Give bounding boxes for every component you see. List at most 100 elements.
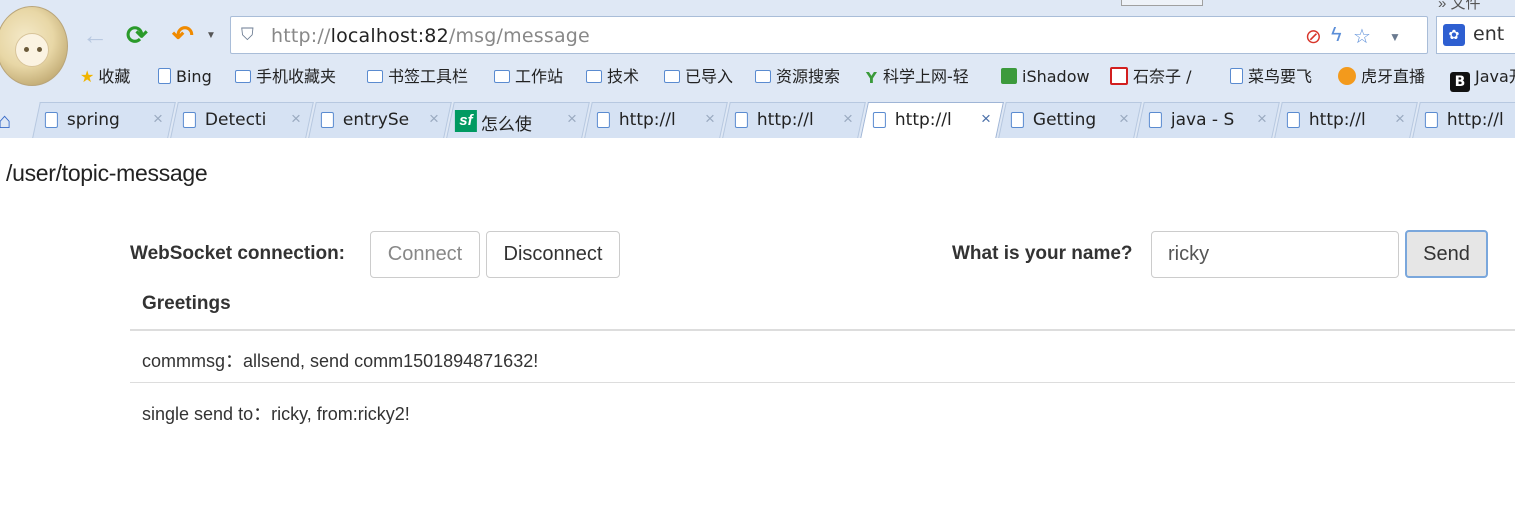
url-host: localhost:82 (330, 25, 449, 47)
close-icon[interactable]: × (153, 109, 163, 129)
bookmark-label: 手机收藏夹 (256, 67, 337, 86)
browser-tab[interactable]: entrySe × (308, 102, 452, 138)
bookmark-label: 已导入 (685, 67, 734, 86)
bookmark-item[interactable]: 虎牙直播 (1338, 66, 1425, 88)
page-icon (320, 112, 334, 128)
bookmark-item[interactable]: B Java开 (1450, 66, 1515, 92)
window-mini-control[interactable] (1121, 0, 1203, 6)
bookmark-item[interactable]: iShadow (1001, 66, 1090, 88)
page-icon (596, 112, 610, 128)
browser-tab[interactable]: http://l × (860, 102, 1004, 139)
table-row: commmsg：allsend, send comm1501894871632! (142, 351, 539, 371)
chevron-down-icon[interactable]: ▼ (1389, 30, 1401, 44)
bookmark-label: Java开 (1475, 67, 1515, 86)
folder-icon (664, 70, 680, 83)
send-button[interactable]: Send (1405, 230, 1488, 278)
tab-inner: spring × (37, 103, 171, 138)
connect-button[interactable]: Connect (370, 231, 480, 278)
tab-title: http://l (618, 110, 676, 130)
table-row-divider (130, 382, 1515, 383)
close-icon[interactable]: × (291, 109, 301, 129)
tab-inner: http://l × (1279, 103, 1413, 138)
tab-title: http://l (1308, 110, 1366, 130)
address-bar[interactable]: ⛉ http://localhost:82/msg/message ⊘ ϟ ☆ … (230, 16, 1428, 54)
close-icon[interactable]: × (1257, 109, 1267, 129)
tab-inner: java - S × (1141, 103, 1275, 138)
baidu-paw-icon: ✿ (1443, 24, 1465, 46)
bookmark-item[interactable]: ★ 收藏 (80, 66, 130, 88)
folder-icon (755, 70, 771, 83)
home-icon[interactable]: ⌂ (0, 108, 11, 134)
close-icon[interactable]: × (1395, 109, 1405, 129)
browser-tab[interactable]: sf 怎么使 × (446, 102, 590, 138)
bookmark-item[interactable]: 技术 (586, 66, 639, 88)
browser-tab[interactable]: http://l× (722, 102, 866, 138)
browser-chrome: » 文件 ← ⟳ ↶ ▼ ⛉ http://localhost:82/msg/m… (0, 0, 1515, 139)
bookmark-label: 虎牙直播 (1361, 67, 1426, 86)
page-icon (1286, 112, 1300, 128)
adblock-icon[interactable]: ⊘ (1305, 24, 1322, 49)
star-bookmark-icon[interactable]: ☆ (1353, 24, 1371, 49)
browser-tab[interactable]: java - S × (1136, 102, 1280, 138)
refresh-icon[interactable]: ⟳ (126, 20, 148, 50)
page-content: /user/topic-message WebSocket connection… (0, 138, 1515, 521)
page-icon (182, 112, 196, 128)
star-icon: ★ (80, 67, 95, 86)
close-icon[interactable]: × (1119, 109, 1129, 129)
page-icon (872, 112, 886, 128)
close-icon[interactable]: × (705, 109, 715, 129)
disconnect-button[interactable]: Disconnect (486, 231, 620, 278)
bookmark-item[interactable]: 已导入 (664, 66, 733, 88)
bookmark-item[interactable]: Y 科学上网-轻 (866, 66, 969, 88)
bookmark-label: 工作站 (515, 67, 564, 86)
browser-tab[interactable]: Detecti × (170, 102, 314, 138)
folder-icon (367, 70, 383, 83)
avatar-eye-left (24, 47, 29, 52)
url-scheme: http:// (271, 25, 331, 47)
bookmark-item[interactable]: 书签工具栏 (367, 66, 468, 88)
tab-inner: http://l × (865, 103, 999, 139)
user-avatar[interactable] (0, 6, 68, 86)
url-text[interactable]: http://localhost:82/msg/message (271, 25, 590, 47)
undo-icon[interactable]: ↶ (172, 20, 194, 50)
browser-tab[interactable]: http://l × (584, 102, 728, 138)
browser-tab[interactable]: http://l × (1274, 102, 1418, 138)
name-input[interactable]: ricky (1151, 231, 1399, 278)
bookmark-item[interactable]: 菜鸟要飞 (1230, 66, 1312, 88)
avatar-face (15, 33, 49, 67)
page-title: /user/topic-message (6, 160, 208, 186)
search-box[interactable]: ✿ ent (1436, 16, 1515, 54)
bookmark-label: 收藏 (98, 67, 131, 86)
bookmark-item[interactable]: 工作站 (494, 66, 563, 88)
avatar-eye-right (37, 47, 42, 52)
browser-tab[interactable]: http://l× (1412, 102, 1515, 138)
bookmark-item[interactable]: Bing (158, 66, 212, 88)
folder-icon (235, 70, 251, 83)
lightning-icon[interactable]: ϟ (1331, 24, 1342, 47)
menu-overflow[interactable]: » 文件 (1438, 0, 1481, 13)
tab-inner: http://l× (727, 103, 861, 138)
page-icon (158, 68, 171, 84)
tab-title: http://l (894, 110, 952, 130)
back-arrow-icon[interactable]: ← (82, 20, 108, 50)
bookmark-label: 书签工具栏 (388, 67, 469, 86)
close-icon[interactable]: × (567, 109, 577, 129)
b-icon: B (1450, 72, 1470, 92)
browser-tab[interactable]: spring × (32, 102, 176, 138)
bookmark-label: 技术 (607, 67, 640, 86)
close-icon[interactable]: × (429, 109, 439, 129)
browser-tab[interactable]: Getting × (998, 102, 1142, 138)
tab-title: java - S (1170, 110, 1235, 130)
huya-icon (1338, 67, 1356, 85)
bookmark-item[interactable]: 石奈子 / (1110, 66, 1191, 88)
search-box-text: ent (1473, 23, 1505, 45)
undo-dropdown-icon[interactable]: ▼ (206, 30, 216, 41)
close-icon[interactable]: × (843, 109, 853, 129)
tab-title: entrySe (342, 110, 410, 130)
bookmark-item[interactable]: 手机收藏夹 (235, 66, 336, 88)
bookmark-item[interactable]: 资源搜索 (755, 66, 840, 88)
tab-title: spring (66, 110, 120, 130)
close-icon[interactable]: × (981, 109, 991, 129)
tab-inner: http://l× (1417, 103, 1515, 138)
shield-icon: ⛉ (241, 25, 254, 44)
